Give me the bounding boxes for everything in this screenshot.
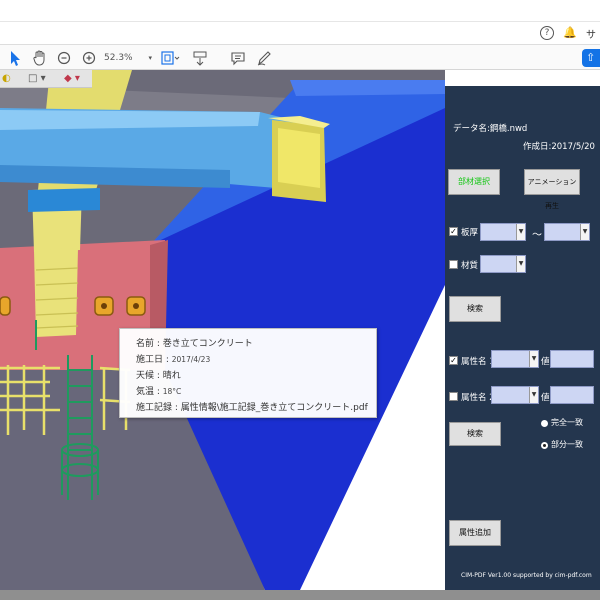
attr1-checkbox[interactable]: ✓ (449, 356, 458, 365)
tooltip-temp-row: 気温 : 18°C (136, 387, 182, 397)
tooltip-weather-row: 天候 : 晴れ (136, 371, 181, 381)
select-arrow-icon[interactable] (8, 49, 22, 67)
sign-in-link[interactable]: サ (586, 26, 596, 41)
zoom-in-icon[interactable] (82, 49, 96, 67)
attr1-dropdown[interactable]: ▼ (491, 350, 539, 368)
created-date-label: 作成日:2017/5/20 (523, 142, 595, 152)
zoom-select[interactable]: 52.3% ▾ (104, 51, 152, 65)
chevron-down-icon: ▼ (516, 224, 525, 240)
partial-match-radio[interactable] (541, 442, 548, 449)
data-name-label: データ名:鋼橋.nwd (453, 124, 528, 134)
select-part-button[interactable]: 部材選択 (448, 169, 500, 195)
chevron-down-icon: ▾ (148, 54, 152, 62)
title-bar (0, 0, 600, 22)
pen-icon[interactable] (256, 49, 272, 67)
main-toolbar: 52.3% ▾ ⇧ (0, 44, 600, 70)
tooltip-name-row: 名前 : 巻き立てコンクリート (136, 339, 253, 349)
attr2-dropdown[interactable]: ▼ (491, 386, 539, 404)
help-icon[interactable]: ? (540, 26, 554, 40)
share-button[interactable]: ⇧ (582, 49, 600, 67)
tooltip-record-row: 施工記録 : 属性情報\施工記録_巻き立てコンクリート.pdf (136, 403, 368, 413)
status-bar (0, 590, 600, 600)
zoom-value: 52.3% (104, 53, 133, 63)
material-label: 材質 (461, 261, 479, 271)
chevron-down-icon: ▼ (529, 387, 538, 403)
scroll-mode-icon[interactable] (192, 49, 208, 67)
chevron-down-icon: ▼ (529, 351, 538, 367)
bell-icon[interactable]: 🔔 (563, 26, 577, 40)
fit-page-icon[interactable] (160, 49, 180, 67)
share-icon: ⇧ (586, 51, 596, 64)
thickness-to-dropdown[interactable]: ▼ (544, 223, 590, 241)
tool-icon[interactable]: ◐ (2, 72, 11, 86)
color-tool-icon[interactable]: ◆ ▾ (64, 72, 80, 86)
attr1-label: 属性名 1 (461, 357, 495, 367)
attr2-label: 属性名 2 (461, 393, 495, 403)
zoom-out-icon[interactable] (57, 49, 71, 67)
thickness-checkbox[interactable]: ✓ (449, 227, 458, 236)
thickness-from-dropdown[interactable]: ▼ (480, 223, 526, 241)
thickness-label: 板厚 (461, 228, 479, 238)
chevron-down-icon: ▼ (516, 256, 525, 272)
exact-match-radio[interactable] (541, 420, 548, 427)
search-button-1[interactable]: 検索 (449, 296, 501, 322)
attr1-value-input[interactable] (550, 350, 594, 368)
range-tilde: 〜 (532, 230, 542, 241)
attr2-value-label: 値 (541, 393, 550, 403)
material-dropdown[interactable]: ▼ (480, 255, 526, 273)
search-button-2[interactable]: 検索 (449, 422, 501, 446)
comment-icon[interactable] (230, 49, 246, 67)
attr2-checkbox[interactable] (449, 392, 458, 401)
attr2-value-input[interactable] (550, 386, 594, 404)
exact-match-label: 完全一致 (551, 418, 583, 427)
attribute-tooltip: 名前 : 巻き立てコンクリート 施工日 : 2017/4/23 天候 : 晴れ … (119, 328, 377, 418)
cim-control-panel: データ名:鋼橋.nwd 作成日:2017/5/20 部材選択 アニメーション再生… (445, 86, 600, 590)
add-attribute-button[interactable]: 属性追加 (449, 520, 501, 546)
attr1-value-label: 値 (541, 357, 550, 367)
app-bar: ? 🔔 サ (0, 22, 600, 44)
tooltip-date-row: 施工日 : 2017/4/23 (136, 355, 211, 365)
model-tool-strip: ◐ □ ▾ ◆ ▾ (0, 70, 92, 88)
shape-tool-icon[interactable]: □ ▾ (28, 72, 46, 86)
chevron-down-icon: ▼ (580, 224, 589, 240)
animation-play-button[interactable]: アニメーション再生 (524, 169, 580, 210)
hand-icon[interactable] (32, 49, 48, 67)
footer-credit: CIM-PDF Ver1.00 supported by cim-pdf.com (461, 572, 592, 579)
partial-match-label: 部分一致 (551, 440, 583, 449)
material-checkbox[interactable] (449, 260, 458, 269)
